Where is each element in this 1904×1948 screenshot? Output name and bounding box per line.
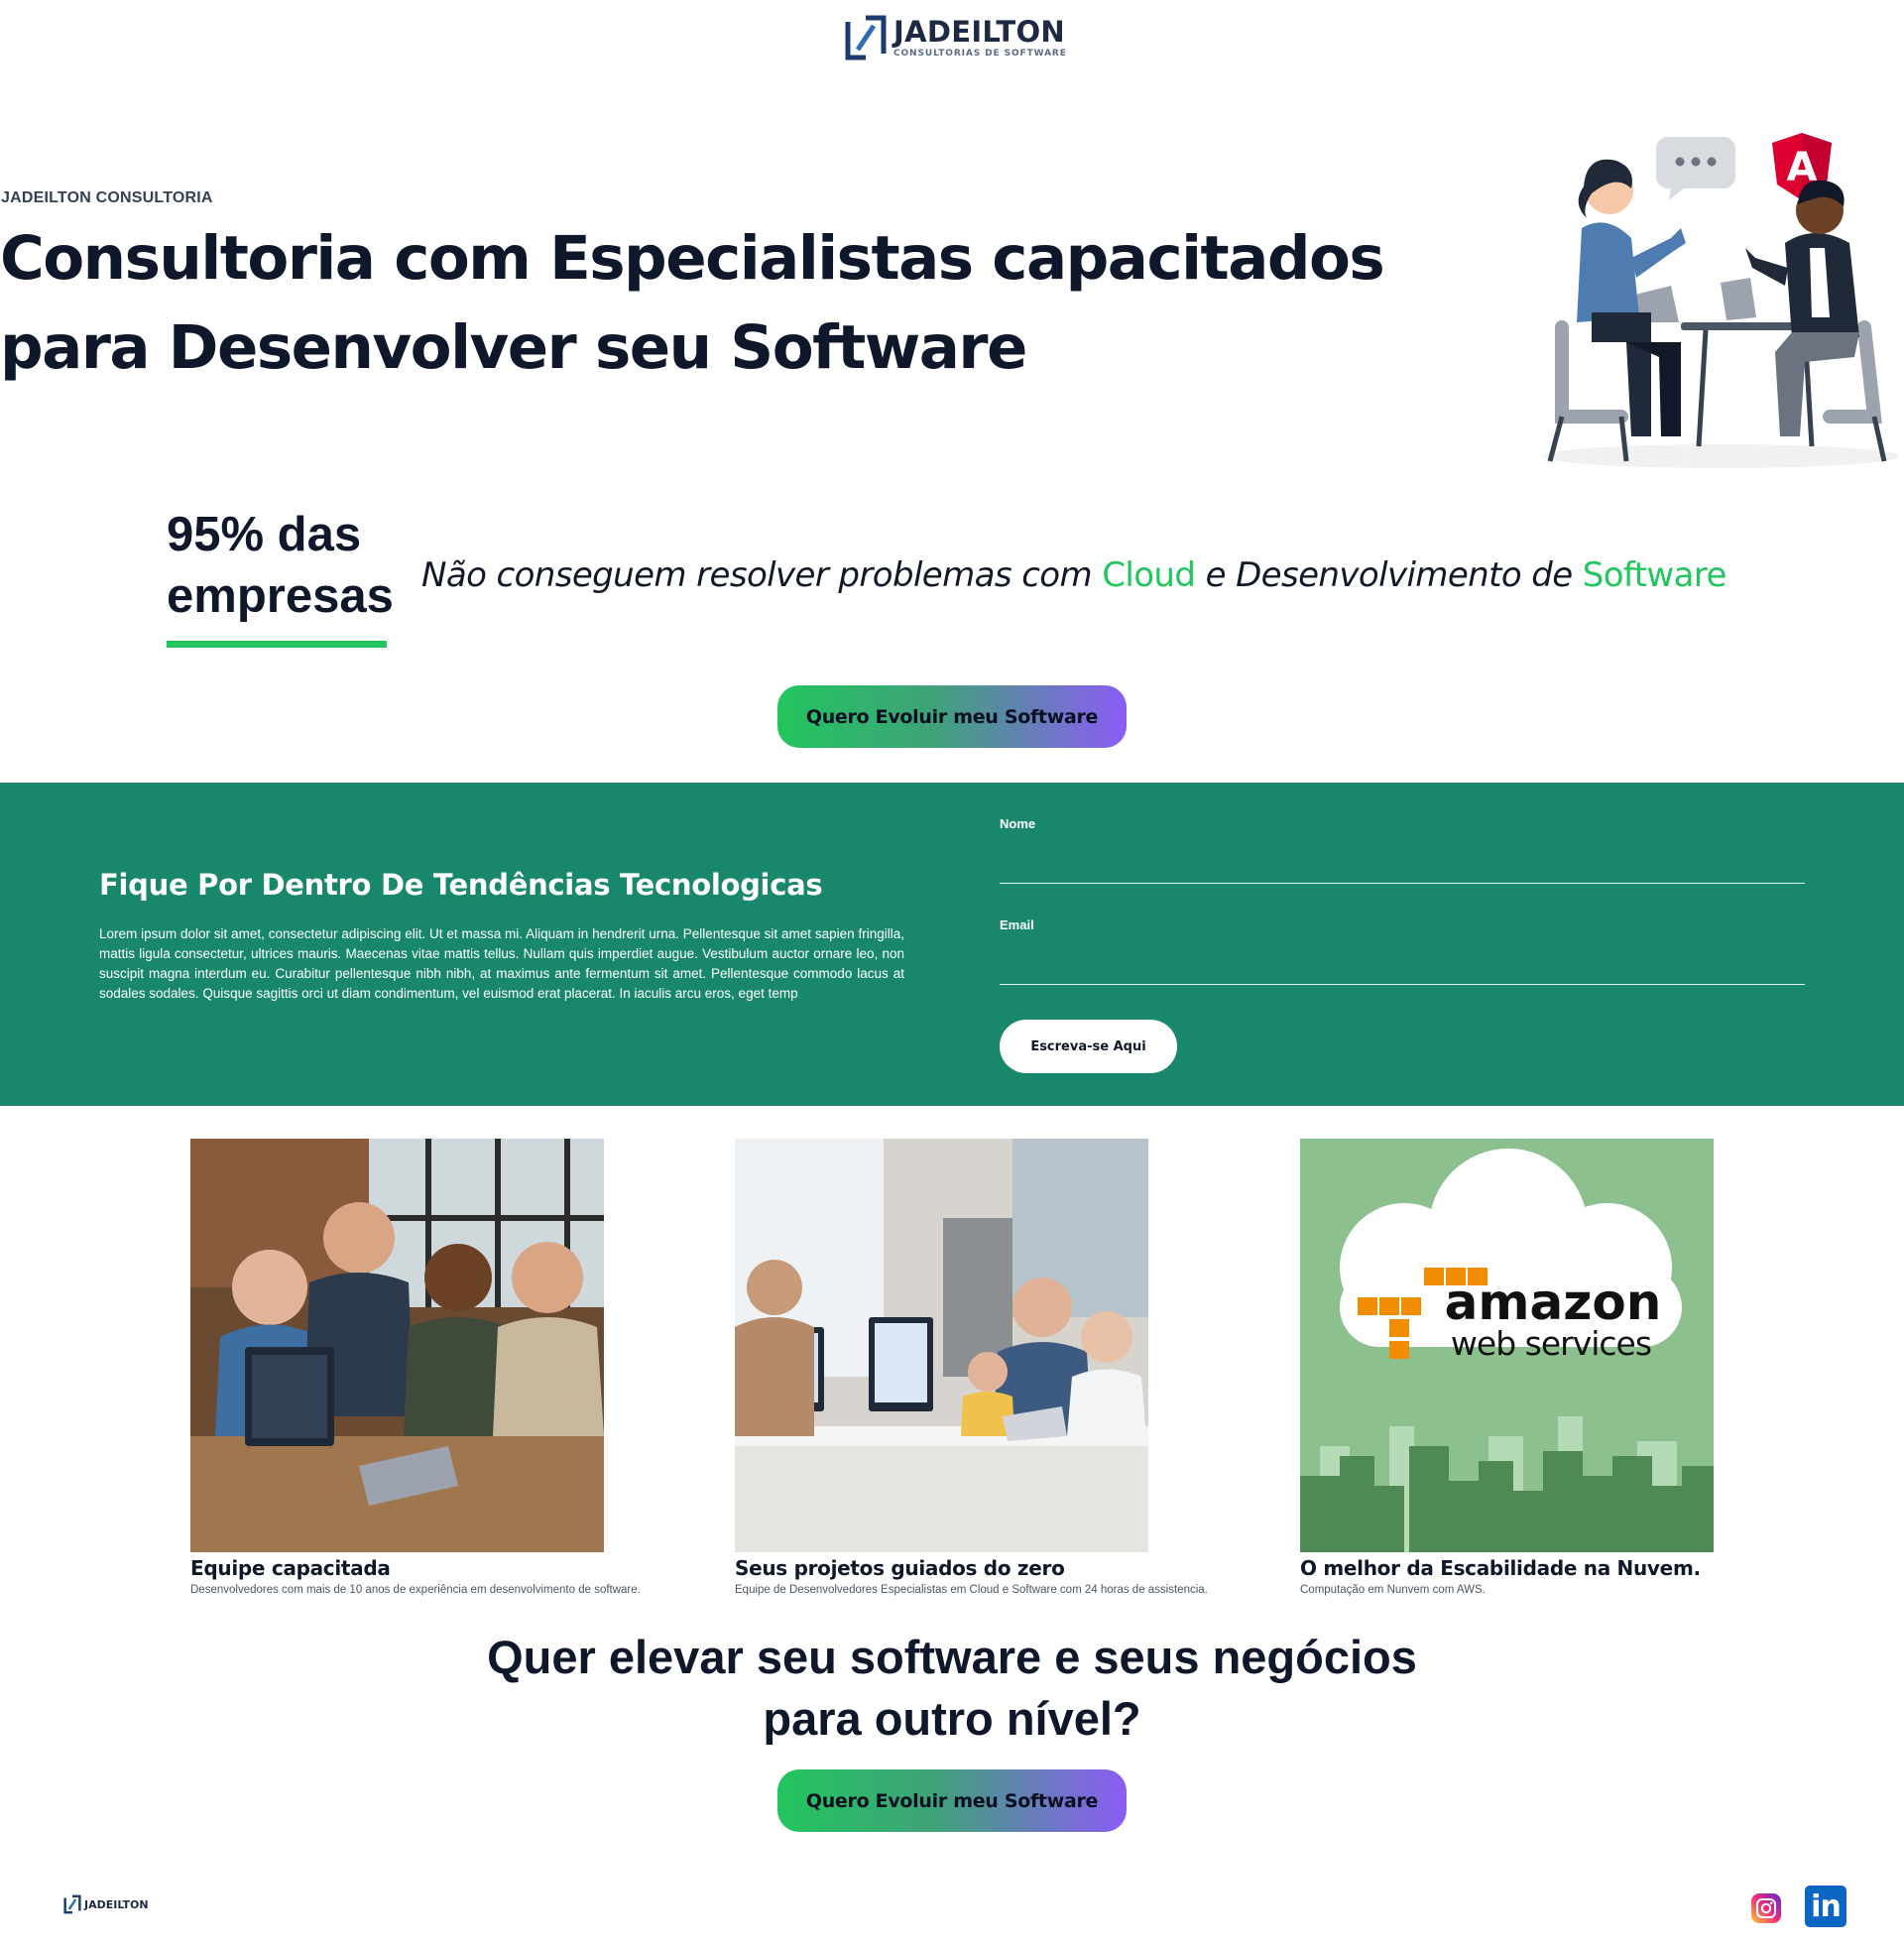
feature-card-team: Equipe capacitada Desenvolvedores com ma… (190, 1139, 746, 1596)
stat-underline (167, 641, 387, 648)
email-field[interactable] (1000, 953, 1805, 985)
name-label: Nome (1000, 816, 1036, 831)
feature-title: O melhor da Escabilidade na Nuvem. (1300, 1556, 1701, 1580)
feature-title: Equipe capacitada (190, 1556, 391, 1580)
stat-highlight-software: Software (1582, 555, 1727, 595)
linkedin-icon: in (1811, 1889, 1842, 1924)
instagram-link[interactable] (1751, 1893, 1781, 1923)
stat-text-part1: Não conseguem resolver problemas com (421, 555, 1103, 595)
logo-text: JADEILTON CONSULTORIAS DE SOFTWARE (893, 17, 1067, 59)
cta-evolve-software-button-bottom[interactable]: Quero Evoluir meu Software (777, 1769, 1127, 1832)
subscribe-button[interactable]: Escreva-se Aqui (1000, 1020, 1177, 1073)
logo-mark-icon (63, 1894, 81, 1914)
stat-highlight-cloud: Cloud (1102, 555, 1196, 595)
footer-logo[interactable]: JADEILTON (63, 1894, 149, 1914)
closing-title: Quer elevar seu software e seus negócios… (487, 1631, 1417, 1745)
newsletter-section: Fique Por Dentro De Tendências Tecnologi… (0, 783, 1904, 1106)
feature-description: Equipe de Desenvolvedores Especialistas … (735, 1584, 1208, 1596)
instagram-icon (1756, 1898, 1776, 1918)
feature-description: Desenvolvedores com mais de 10 anos de e… (190, 1584, 641, 1596)
hero-illustration: A (1542, 133, 1899, 468)
newsletter-body: Lorem ipsum dolor sit amet, consectetur … (99, 926, 904, 1001)
email-label: Email (1000, 917, 1034, 932)
feature-description: Computação em Nunvem com AWS. (1300, 1584, 1486, 1596)
aws-wordmark-amazon: amazon (1445, 1274, 1662, 1331)
feature-title: Seus projetos guiados do zero (735, 1556, 1065, 1580)
newsletter-title: Fique Por Dentro De Tendências Tecnologi… (99, 868, 823, 902)
stat-text-part2: e Desenvolvimento de (1195, 555, 1583, 595)
feature-card-cloud: amazon web services O melhor da Escabili… (1300, 1139, 1855, 1596)
aws-wordmark-webservices: web services (1451, 1324, 1651, 1363)
linkedin-link[interactable]: in (1805, 1886, 1846, 1927)
stat-block: 95% das empresas (167, 504, 394, 648)
stat-number: 95% das empresas (167, 508, 394, 623)
header-logo[interactable]: JADEILTON CONSULTORIAS DE SOFTWARE (844, 14, 1067, 61)
feature-image-projects (735, 1139, 1148, 1552)
feature-image-aws: amazon web services (1300, 1139, 1714, 1552)
logo-mark-icon (845, 15, 887, 61)
footer-logo-name: JADEILTON (84, 1897, 149, 1911)
name-field[interactable] (1000, 852, 1805, 884)
stat-text: Não conseguem resolver problemas com Clo… (421, 555, 1726, 595)
site-header: JADEILTON CONSULTORIAS DE SOFTWARE (0, 0, 1904, 79)
hero-title: Consultoria com Especialistas capacitado… (0, 223, 1385, 383)
cta-evolve-software-button[interactable]: Quero Evoluir meu Software (777, 685, 1127, 748)
logo-name: JADEILTON (893, 15, 1065, 49)
logo-tagline: CONSULTORIAS DE SOFTWARE (893, 49, 1067, 59)
feature-image-team (190, 1139, 604, 1552)
hero-eyebrow: JADEILTON CONSULTORIA (1, 189, 213, 206)
feature-card-projects: Seus projetos guiados do zero Equipe de … (735, 1139, 1290, 1596)
chat-bubble-icon (1656, 137, 1735, 200)
